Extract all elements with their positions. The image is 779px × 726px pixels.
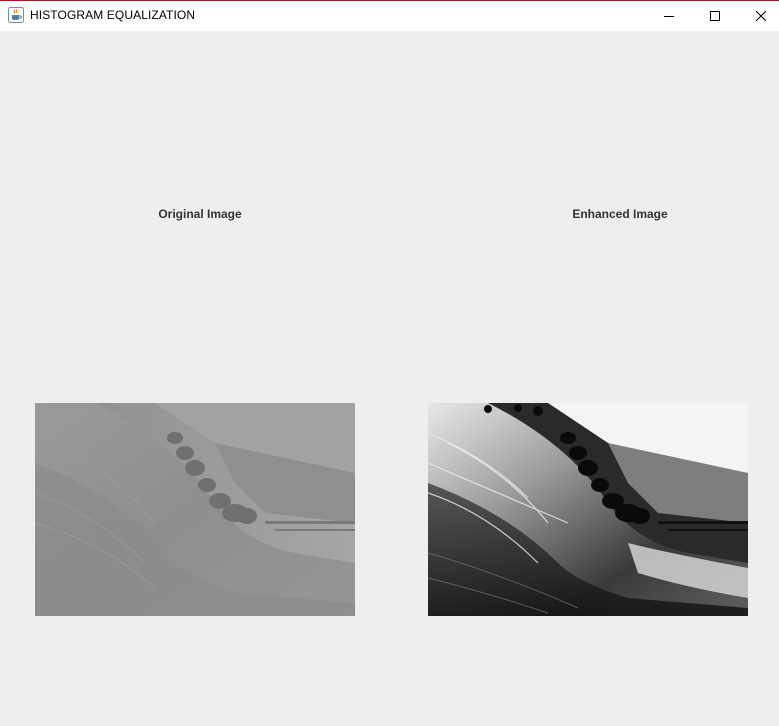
close-button[interactable] xyxy=(738,1,779,31)
minimize-icon xyxy=(664,16,674,17)
title-bar[interactable]: HISTOGRAM EQUALIZATION xyxy=(0,0,779,31)
minimize-button[interactable] xyxy=(646,1,692,31)
enhanced-image-label: Enhanced Image xyxy=(572,207,668,221)
maximize-button[interactable] xyxy=(692,1,738,31)
java-cup-icon xyxy=(8,7,24,23)
original-image xyxy=(35,403,355,616)
enhanced-image xyxy=(428,403,748,616)
content-panel: Original Image Enhanced Image xyxy=(0,31,779,726)
app-window: HISTOGRAM EQUALIZATION Original Image En… xyxy=(0,0,779,726)
original-image-label: Original Image xyxy=(158,207,242,221)
close-icon xyxy=(756,11,766,21)
maximize-icon xyxy=(710,11,720,21)
window-title: HISTOGRAM EQUALIZATION xyxy=(30,8,196,22)
